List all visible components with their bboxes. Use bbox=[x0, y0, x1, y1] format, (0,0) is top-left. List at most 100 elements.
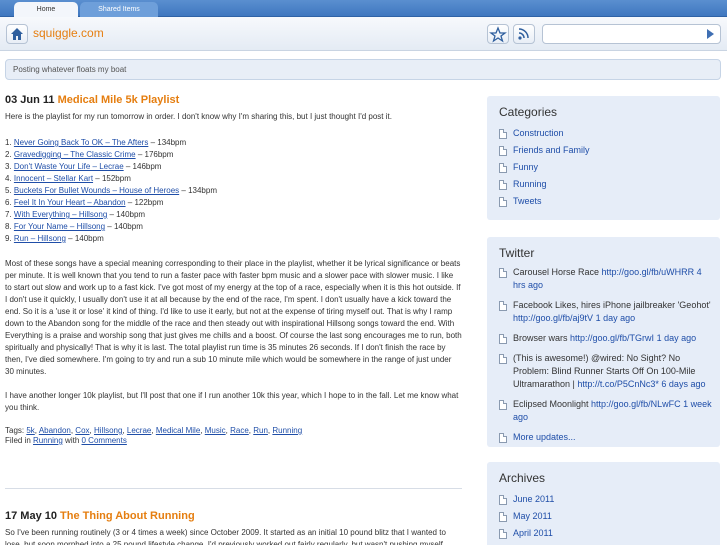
bookmark-button[interactable] bbox=[487, 24, 509, 44]
twitter-widget: Twitter Carousel Horse Race http://goo.g… bbox=[487, 237, 720, 447]
list-item: 4. Innocent – Stellar Kart – 152bpm bbox=[5, 174, 131, 183]
tag-link[interactable]: Run bbox=[253, 426, 268, 435]
address-bar: squiggle.com bbox=[0, 17, 727, 51]
widget-title: Categories bbox=[499, 105, 558, 119]
tag-link[interactable]: Hillsong bbox=[94, 426, 122, 435]
filed-in: Filed in Running with 0 Comments bbox=[5, 436, 127, 445]
document-icon bbox=[499, 495, 507, 505]
document-icon bbox=[499, 301, 507, 311]
search-go-icon[interactable] bbox=[707, 29, 714, 39]
list-item: 1. Never Going Back To OK – The Afters –… bbox=[5, 138, 187, 147]
document-icon bbox=[499, 512, 507, 522]
list-item: 9. Run – Hillsong – 140bpm bbox=[5, 234, 104, 243]
search-input[interactable] bbox=[545, 27, 695, 41]
track-link[interactable]: Never Going Back To OK – The Afters bbox=[14, 138, 148, 147]
tagline: Posting whatever floats my boat bbox=[5, 59, 721, 80]
archive-link[interactable]: April 2011 bbox=[513, 528, 553, 538]
tweet-time[interactable]: * 6 days ago bbox=[655, 379, 705, 389]
document-icon bbox=[499, 354, 507, 364]
site-name[interactable]: squiggle.com bbox=[33, 26, 104, 40]
playlist: 1. Never Going Back To OK – The Afters –… bbox=[5, 137, 462, 245]
tag-link[interactable]: Running bbox=[272, 426, 302, 435]
categories-widget: Categories Construction Friends and Fami… bbox=[487, 96, 720, 220]
category-link[interactable]: Tweets bbox=[513, 196, 542, 206]
tab-shared-items[interactable]: Shared Items bbox=[80, 2, 158, 17]
tag-link[interactable]: Music bbox=[205, 426, 226, 435]
tweet-link[interactable]: http://t.co/P5CnNc3 bbox=[577, 379, 655, 389]
list-item: 5. Buckets For Bullet Wounds – House of … bbox=[5, 186, 217, 195]
document-icon bbox=[499, 197, 507, 207]
tweet-list: Carousel Horse Race http://goo.gl/fb/uWH… bbox=[487, 266, 720, 444]
category-list: Construction Friends and Family Funny Ru… bbox=[487, 125, 720, 210]
category-link[interactable]: Running bbox=[513, 179, 547, 189]
track-link[interactable]: Run – Hillsong bbox=[14, 234, 66, 243]
star-icon bbox=[489, 26, 507, 43]
list-item: Running bbox=[487, 176, 720, 193]
tweet-link[interactable]: http://goo.gl/fb/aj9tV bbox=[513, 313, 593, 323]
tab-home[interactable]: Home bbox=[14, 2, 78, 17]
tag-link[interactable]: Cox bbox=[75, 426, 89, 435]
widget-title: Archives bbox=[499, 471, 546, 485]
track-link[interactable]: Don't Waste Your Life – Lecrae bbox=[14, 162, 124, 171]
tab-bar: Home Shared Items bbox=[0, 0, 727, 17]
post-date: 03 Jun 11 bbox=[5, 94, 55, 106]
comments-link[interactable]: 0 Comments bbox=[82, 436, 127, 445]
tag-link[interactable]: Abandon bbox=[39, 426, 71, 435]
post-title[interactable]: Medical Mile 5k Playlist bbox=[58, 94, 180, 106]
post-intro: Here is the playlist for my run tomorrow… bbox=[5, 112, 392, 121]
list-item: More updates... bbox=[487, 431, 720, 444]
track-link[interactable]: Buckets For Bullet Wounds – House of Her… bbox=[14, 186, 179, 195]
category-link[interactable]: Friends and Family bbox=[513, 145, 590, 155]
track-link[interactable]: With Everything – Hillsong bbox=[14, 210, 107, 219]
feed-button[interactable] bbox=[513, 24, 535, 44]
list-item: April 2011 bbox=[487, 525, 720, 542]
tweet-time[interactable]: 1 day ago bbox=[654, 333, 697, 343]
track-link[interactable]: Innocent – Stellar Kart bbox=[14, 174, 93, 183]
post-heading: 03 Jun 11 Medical Mile 5k Playlist bbox=[5, 94, 462, 106]
home-button[interactable] bbox=[6, 24, 28, 44]
list-item: May 2011 bbox=[487, 508, 720, 525]
tag-link[interactable]: Medical Mile bbox=[156, 426, 200, 435]
tag-link[interactable]: Lecrae bbox=[127, 426, 151, 435]
document-icon bbox=[499, 529, 507, 539]
track-link[interactable]: Gravedigging – The Classic Crime bbox=[14, 150, 136, 159]
category-link[interactable]: Running bbox=[33, 436, 63, 445]
post-date: 17 May 10 bbox=[5, 510, 57, 522]
document-icon bbox=[499, 334, 507, 344]
tag-link[interactable]: Race bbox=[230, 426, 249, 435]
tweet-link[interactable]: http://goo.gl/fb/TGrwI bbox=[570, 333, 654, 343]
list-item: Funny bbox=[487, 159, 720, 176]
tweet-link[interactable]: http://goo.gl/fb/uWHRR bbox=[602, 267, 695, 277]
archive-link[interactable]: May 2011 bbox=[513, 511, 552, 521]
list-item: Carousel Horse Race http://goo.gl/fb/uWH… bbox=[487, 266, 720, 292]
tweet-link[interactable]: http://goo.gl/fb/NLwFC bbox=[591, 399, 681, 409]
widget-title: Twitter bbox=[499, 246, 535, 260]
document-icon bbox=[499, 433, 507, 443]
list-item: 8. For Your Name – Hillsong – 140bpm bbox=[5, 222, 143, 231]
list-item: Facebook Likes, hires iPhone jailbreaker… bbox=[487, 299, 720, 325]
more-updates-link[interactable]: More updates... bbox=[513, 432, 576, 442]
list-item: 2. Gravedigging – The Classic Crime – 17… bbox=[5, 150, 174, 159]
archive-link[interactable]: June 2011 bbox=[513, 494, 554, 504]
search-box bbox=[542, 24, 721, 44]
main-content: 03 Jun 11 Medical Mile 5k Playlist Here … bbox=[5, 94, 462, 545]
list-item: Tweets bbox=[487, 193, 720, 210]
category-link[interactable]: Construction bbox=[513, 128, 564, 138]
post-body: Most of these songs have a special meani… bbox=[5, 259, 462, 376]
list-item: Construction bbox=[487, 125, 720, 142]
archives-widget: Archives June 2011 May 2011 April 2011 bbox=[487, 462, 720, 545]
list-item: 7. With Everything – Hillsong – 140bpm bbox=[5, 210, 146, 219]
post-title[interactable]: The Thing About Running bbox=[60, 510, 195, 522]
post-outro: I have another longer 10k playlist, but … bbox=[5, 391, 459, 412]
document-icon bbox=[499, 400, 507, 410]
track-link[interactable]: For Your Name – Hillsong bbox=[14, 222, 105, 231]
tag-list: Tags: 5k, Abandon, Cox, Hillsong, Lecrae… bbox=[5, 426, 303, 435]
list-item: (This is awesome!) @wired: No Sight? No … bbox=[487, 352, 720, 391]
tag-link[interactable]: 5k bbox=[26, 426, 34, 435]
tweet-time[interactable]: 1 day ago bbox=[593, 313, 636, 323]
list-item: Friends and Family bbox=[487, 142, 720, 159]
track-link[interactable]: Feel It In Your Heart – Abandon bbox=[14, 198, 126, 207]
category-link[interactable]: Funny bbox=[513, 162, 538, 172]
list-item: 3. Don't Waste Your Life – Lecrae – 146b… bbox=[5, 162, 162, 171]
list-item: June 2011 bbox=[487, 491, 720, 508]
